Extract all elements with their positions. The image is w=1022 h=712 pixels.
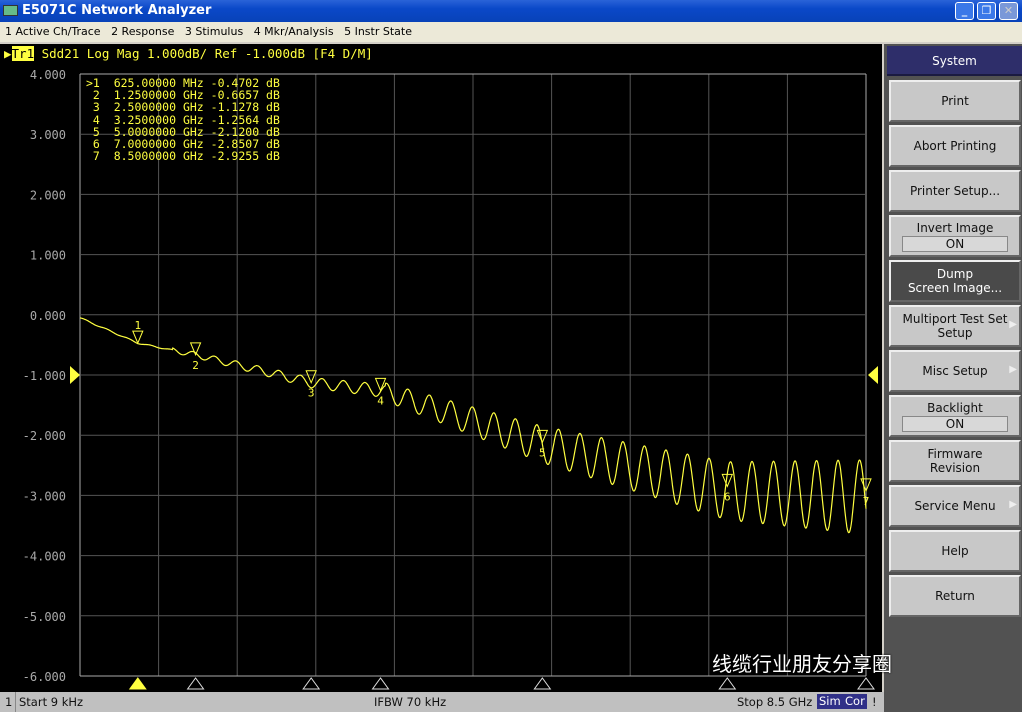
marker-6-label: 6 bbox=[724, 490, 731, 503]
softkey-header: System bbox=[887, 46, 1022, 76]
softkey-label: Backlight bbox=[927, 400, 983, 415]
softkey-label: Print bbox=[941, 94, 969, 108]
measurement-display: 4.000 3.000 2.000 1.000 0.000 -1.000 -2.000 -3.… bbox=[0, 44, 882, 692]
menu-bar: 1 Active Ch/Trace 2 Response 3 Stimulus … bbox=[0, 22, 1022, 42]
reference-arrow-right-icon bbox=[868, 366, 878, 384]
softkey-label: Multiport Test Set bbox=[902, 312, 1008, 326]
softkey-service-menu[interactable]: Service Menu ▶ bbox=[889, 485, 1021, 527]
marker-position-2-icon bbox=[186, 677, 205, 690]
y-tick-label: -5.000 bbox=[23, 610, 66, 624]
softkey-dump[interactable]: Dump Screen Image... bbox=[889, 260, 1021, 302]
marker-row: 7 8.5000000 GHz -2.9255 dB bbox=[86, 149, 280, 164]
marker-4-label: 4 bbox=[377, 394, 384, 407]
softkey-multiport-test-set[interactable]: Multiport Test Set Setup ▶ bbox=[889, 305, 1021, 347]
softkey-help[interactable]: Help bbox=[889, 530, 1021, 572]
softkey-firmware[interactable]: Firmware Revision bbox=[889, 440, 1021, 482]
marker-position-4-icon bbox=[371, 677, 390, 690]
marker-position-7-icon bbox=[857, 677, 875, 690]
y-tick-label: 0.000 bbox=[30, 309, 66, 323]
trace-header[interactable]: ▶Tr1 Sdd21 Log Mag 1.000dB/ Ref -1.000dB… bbox=[4, 46, 373, 61]
status-bar: 1 Start 9 kHz IFBW 70 kHz Stop 8.5 GHz S… bbox=[0, 692, 884, 712]
y-tick-label: 1.000 bbox=[30, 249, 66, 263]
menu-active-ch-trace[interactable]: 1 Active Ch/Trace bbox=[5, 25, 101, 38]
softkey-print[interactable]: Print bbox=[889, 80, 1021, 122]
reference-arrow-left-icon bbox=[70, 366, 80, 384]
marker-value: -2.9255 dB bbox=[210, 149, 280, 164]
restore-button[interactable]: ❐ bbox=[977, 2, 996, 20]
softkey-label: Abort Printing bbox=[913, 139, 997, 153]
app-icon bbox=[3, 5, 18, 16]
softkey-invert-image[interactable]: Invert Image ON bbox=[889, 215, 1021, 257]
marker-3-label: 3 bbox=[308, 387, 315, 400]
cor-badge: Cor bbox=[843, 694, 867, 709]
y-tick-label: 4.000 bbox=[30, 68, 66, 82]
softkey-value: ON bbox=[902, 415, 1008, 432]
watermark: 线缆行业朋友分享圈 bbox=[712, 652, 892, 676]
softkey-label: Misc Setup bbox=[922, 364, 988, 378]
channel-number: 1 bbox=[2, 692, 17, 712]
status-flag: ! bbox=[872, 695, 877, 709]
start-frequency[interactable]: Start 9 kHz bbox=[19, 692, 83, 712]
menu-mkr-analysis[interactable]: 4 Mkr/Analysis bbox=[254, 25, 334, 38]
softkey-panel: System Print Abort Printing Printer Setup.… bbox=[884, 44, 1022, 712]
softkey-label: Firmware bbox=[927, 447, 983, 461]
ifbw[interactable]: IFBW 70 kHz bbox=[374, 692, 446, 712]
softkey-label-line2: Revision bbox=[929, 461, 981, 475]
softkey-abort-printing[interactable]: Abort Printing bbox=[889, 125, 1021, 167]
y-tick-label: -1.000 bbox=[23, 369, 66, 383]
y-tick-label: -3.000 bbox=[23, 489, 66, 503]
marker-5-label: 5 bbox=[539, 446, 546, 459]
softkey-label: Return bbox=[935, 589, 975, 603]
marker-7-label: 7 bbox=[863, 495, 870, 508]
marker-1-label: 1 bbox=[134, 319, 141, 332]
marker-freq: 8.5000000 GHz bbox=[113, 149, 204, 164]
softkey-label: Dump bbox=[936, 267, 974, 281]
title-bar: E5071C Network Analyzer _ ❐ ✕ bbox=[0, 0, 1022, 22]
marker-4-icon bbox=[374, 377, 387, 392]
menu-response[interactable]: 2 Response bbox=[111, 25, 174, 38]
trace-settings: Sdd21 Log Mag 1.000dB/ Ref -1.000dB [F4 … bbox=[34, 46, 373, 61]
marker-table: >1 625.00000 MHz -0.4702 dB 2 1.2500000 … bbox=[86, 77, 280, 162]
softkey-backlight[interactable]: Backlight ON bbox=[889, 395, 1021, 437]
marker-position-5-icon bbox=[533, 677, 552, 690]
menu-stimulus[interactable]: 3 Stimulus bbox=[185, 25, 243, 38]
softkey-return[interactable]: Return bbox=[889, 575, 1021, 617]
submenu-arrow-icon: ▶ bbox=[1009, 319, 1017, 330]
marker-position-3-icon bbox=[302, 677, 321, 690]
softkey-label: Invert Image bbox=[916, 220, 994, 235]
softkey-label-line2: Screen Image... bbox=[907, 281, 1003, 295]
y-tick-label: 2.000 bbox=[30, 188, 66, 202]
marker-position-6-icon bbox=[718, 677, 737, 690]
submenu-arrow-icon: ▶ bbox=[1009, 364, 1017, 375]
softkey-printer-setup[interactable]: Printer Setup... bbox=[889, 170, 1021, 212]
trace-label[interactable]: Tr1 bbox=[11, 46, 35, 61]
softkey-label: Help bbox=[941, 544, 969, 558]
softkey-label-line2: Setup bbox=[937, 326, 973, 340]
close-button[interactable]: ✕ bbox=[999, 2, 1018, 20]
sim-badge: Sim bbox=[817, 694, 843, 709]
y-tick-label: 3.000 bbox=[30, 128, 66, 142]
marker-3-icon bbox=[305, 370, 317, 384]
marker-position-1-icon bbox=[128, 677, 147, 690]
softkey-value: ON bbox=[902, 235, 1008, 252]
y-tick-label: -2.000 bbox=[23, 429, 66, 443]
softkey-label: Printer Setup... bbox=[909, 184, 1001, 198]
submenu-arrow-icon: ▶ bbox=[1009, 499, 1017, 510]
y-tick-label: -4.000 bbox=[23, 550, 66, 564]
softkey-misc-setup[interactable]: Misc Setup ▶ bbox=[889, 350, 1021, 392]
window-title: E5071C Network Analyzer bbox=[22, 3, 212, 18]
softkey-label: Service Menu bbox=[914, 499, 996, 513]
minimize-button[interactable]: _ bbox=[955, 2, 974, 20]
y-tick-label: -6.000 bbox=[23, 670, 66, 684]
stop-frequency[interactable]: Stop 8.5 GHz bbox=[737, 692, 812, 712]
menu-instr-state[interactable]: 5 Instr State bbox=[344, 25, 412, 38]
marker-2-label: 2 bbox=[192, 359, 199, 372]
marker-5-icon bbox=[536, 429, 549, 444]
